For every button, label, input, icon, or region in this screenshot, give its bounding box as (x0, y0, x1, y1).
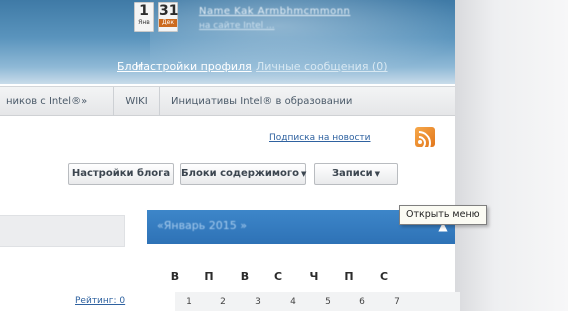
tab-wiki[interactable]: WIKI (114, 87, 160, 116)
chevron-down-icon: ▼ (374, 170, 381, 178)
rss-icon[interactable] (415, 127, 435, 147)
tooltip-open-menu: Открыть меню (399, 205, 487, 225)
site-header: 1 Янв 31 Дек Name Kak Armbhmcmmonn на са… (0, 0, 455, 84)
calendar-day[interactable]: 2 (213, 297, 233, 307)
calendar-day[interactable]: 6 (352, 297, 372, 307)
calendar-weekday: П (344, 270, 354, 283)
nav-profile-settings-link[interactable]: Настройки профиля (135, 60, 252, 73)
calendar-day[interactable]: 3 (248, 297, 268, 307)
calendar-day[interactable]: 5 (318, 297, 338, 307)
calendar-weekday: В (240, 270, 250, 283)
rating-link[interactable]: Рейтинг: 0 (75, 296, 125, 306)
calendar-day[interactable]: 7 (387, 297, 407, 307)
user-status-link[interactable]: на сайте Intel ... (199, 21, 275, 31)
posts-menu-button[interactable]: Записи ▼ (314, 163, 398, 185)
calendar-day[interactable]: 4 (283, 297, 303, 307)
calendar-weekday: В (170, 270, 180, 283)
sidebar-search-box (0, 215, 125, 247)
calendar-weekday: Ч (309, 270, 319, 283)
subscribe-news-link[interactable]: Подписка на новости (269, 133, 371, 143)
blog-settings-button[interactable]: Настройки блога (68, 163, 174, 185)
calendar-month-title[interactable]: «Январь 2015 » (157, 219, 247, 232)
tab-intel-community[interactable]: ников с Intel®» (0, 87, 114, 116)
tab-bar: ников с Intel®» WIKI Инициативы Intel® в… (0, 86, 455, 116)
nav-messages-link[interactable]: Личные сообщения (0) (256, 60, 388, 73)
chevron-down-icon: ▼ (301, 170, 307, 178)
calendar-icon: 31 Дек (158, 2, 178, 32)
calendar-day[interactable]: 1 (179, 297, 199, 307)
page-background (455, 0, 568, 311)
calendar-weekday: П (204, 270, 214, 283)
calendar-icon: 1 Янв (134, 2, 154, 32)
user-name-link[interactable]: Name Kak Armbhmcmmonn (199, 6, 350, 17)
calendar-weekday: С (273, 270, 283, 283)
calendar-weekday: С (379, 270, 389, 283)
content-blocks-button[interactable]: Блоки содержимого ▼ (180, 163, 306, 185)
tab-intel-education[interactable]: Инициативы Intel® в образовании (161, 87, 461, 116)
